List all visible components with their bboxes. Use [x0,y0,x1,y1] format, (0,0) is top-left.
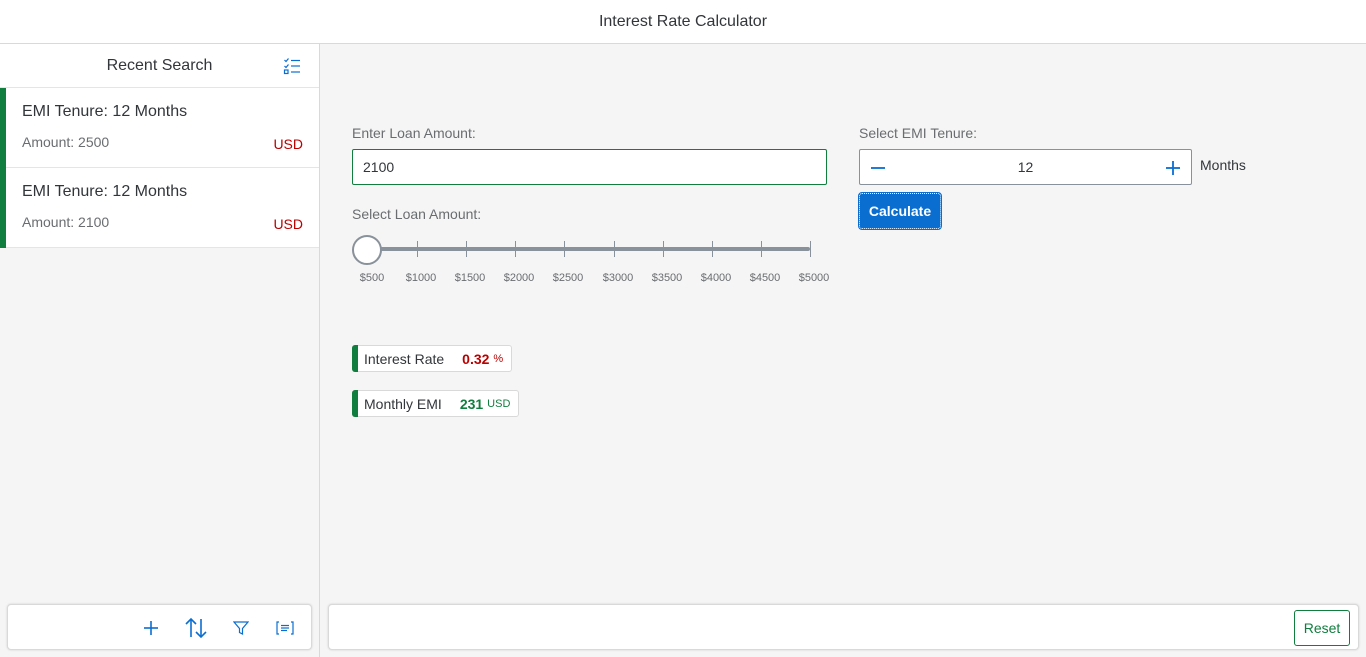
decrement-icon[interactable] [864,154,892,182]
list-item-title: EMI Tenure: 12 Months [22,183,188,200]
slider-tick-label: $500 [359,272,385,284]
slider-tick-label: $1500 [454,272,486,284]
add-icon[interactable] [137,614,165,642]
interest-rate-unit: % [493,352,504,365]
loan-amount-label: Enter Loan Amount: [352,125,476,141]
filter-icon[interactable] [227,614,255,642]
slider-tick [614,241,615,257]
slider-tick [466,241,467,257]
multi-select-icon[interactable] [283,57,301,75]
list-item-amount: Amount: 2500 [22,134,110,150]
slider-tick-label: $2500 [552,272,584,284]
slider-tick [515,241,516,257]
status-highlight [352,345,358,372]
interest-rate-kpi: Interest Rate 0.32 % [352,345,513,372]
calculate-button[interactable]: Calculate [858,192,942,230]
master-footer-toolbar [7,604,312,650]
loan-amount-input[interactable] [352,149,827,185]
list-item-title: EMI Tenure: 12 Months [22,103,188,120]
slider-label: Select Loan Amount: [352,206,482,222]
loan-amount-slider[interactable] [368,247,810,251]
tenure-unit: Months [1200,157,1246,173]
list-item-currency: USD [273,216,303,232]
tenure-label: Select EMI Tenure: [859,125,978,141]
slider-tick [564,241,565,257]
slider-handle[interactable] [352,235,382,265]
tenure-stepper[interactable]: 12 [859,149,1192,185]
sort-icon[interactable] [182,614,210,642]
list-item[interactable]: EMI Tenure: 12 Months Amount: 2500 USD [0,88,319,168]
group-icon[interactable] [271,614,299,642]
monthly-emi-label: Monthly EMI [364,395,442,412]
interest-rate-label: Interest Rate [364,350,445,367]
reset-button[interactable]: Reset [1294,610,1350,646]
interest-rate-value: 0.32 [462,350,490,367]
master-header: Recent Search [0,44,319,88]
monthly-emi-value: 231 [459,395,484,412]
status-highlight [352,390,358,417]
list-item-amount: Amount: 2100 [22,214,110,230]
slider-tick-label: $3000 [602,272,634,284]
monthly-emi-unit: USD [487,397,511,410]
app-title: Interest Rate Calculator [598,12,768,30]
slider-tick-label: $4000 [700,272,732,284]
detail-footer-toolbar: Reset [328,604,1359,650]
list-item[interactable]: EMI Tenure: 12 Months Amount: 2100 USD [0,168,319,248]
slider-tick [712,241,713,257]
slider-tick-label: $1000 [405,272,437,284]
tenure-value[interactable]: 12 [900,150,1151,184]
detail-panel: Enter Loan Amount: Select Loan Amount: $… [321,44,1366,657]
app-header: Interest Rate Calculator [0,0,1366,44]
status-highlight [0,88,6,168]
slider-tick-label: $5000 [798,272,830,284]
monthly-emi-kpi: Monthly EMI 231 USD [352,390,520,417]
master-title: Recent Search [106,56,213,74]
slider-tick [810,241,811,257]
slider-tick [417,241,418,257]
slider-tick-label: $3500 [651,272,683,284]
slider-tick [761,241,762,257]
slider-tick-label: $2000 [503,272,535,284]
increment-icon[interactable] [1159,154,1187,182]
status-highlight [0,168,6,248]
slider-tick-label: $4500 [749,272,781,284]
list-item-currency: USD [273,136,303,152]
master-panel: Recent Search EMI Tenure: 12 Months Amou… [0,44,320,657]
slider-tick [663,241,664,257]
